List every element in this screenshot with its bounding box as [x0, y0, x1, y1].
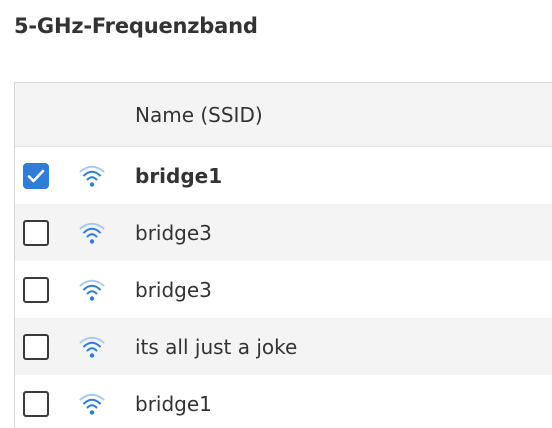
ssid-label: bridge1	[135, 391, 212, 416]
network-checkbox[interactable]	[23, 390, 49, 417]
wifi-icon	[77, 276, 107, 304]
ssid-label: its all just a joke	[135, 334, 298, 359]
network-row[interactable]: bridge1	[15, 375, 552, 428]
network-row[interactable]: bridge3	[15, 204, 552, 261]
section-title: 5-GHz-Frequenzband	[14, 14, 258, 38]
ssid-label: bridge1	[135, 163, 223, 188]
table-header: Name (SSID)	[15, 83, 552, 147]
network-checkbox[interactable]	[23, 276, 49, 303]
network-checkbox-checked[interactable]	[23, 162, 49, 189]
ssid-label: bridge3	[135, 220, 212, 245]
network-checkbox[interactable]	[23, 219, 49, 246]
network-checkbox[interactable]	[23, 333, 49, 360]
checkmark-icon	[27, 169, 45, 182]
wifi-icon	[77, 219, 107, 247]
wifi-icon	[77, 162, 107, 190]
name-column-header: Name (SSID)	[135, 102, 263, 127]
wifi-icon	[77, 390, 107, 418]
network-table: Name (SSID) bridge1 bridge3 bridge3 its …	[14, 82, 552, 428]
network-row[interactable]: bridge1	[15, 147, 552, 204]
ssid-label: bridge3	[135, 277, 212, 302]
network-row[interactable]: bridge3	[15, 261, 552, 318]
wifi-icon	[77, 333, 107, 361]
page: 5-GHz-Frequenzband Name (SSID) bridge1 b…	[0, 0, 552, 428]
network-row[interactable]: its all just a joke	[15, 318, 552, 375]
